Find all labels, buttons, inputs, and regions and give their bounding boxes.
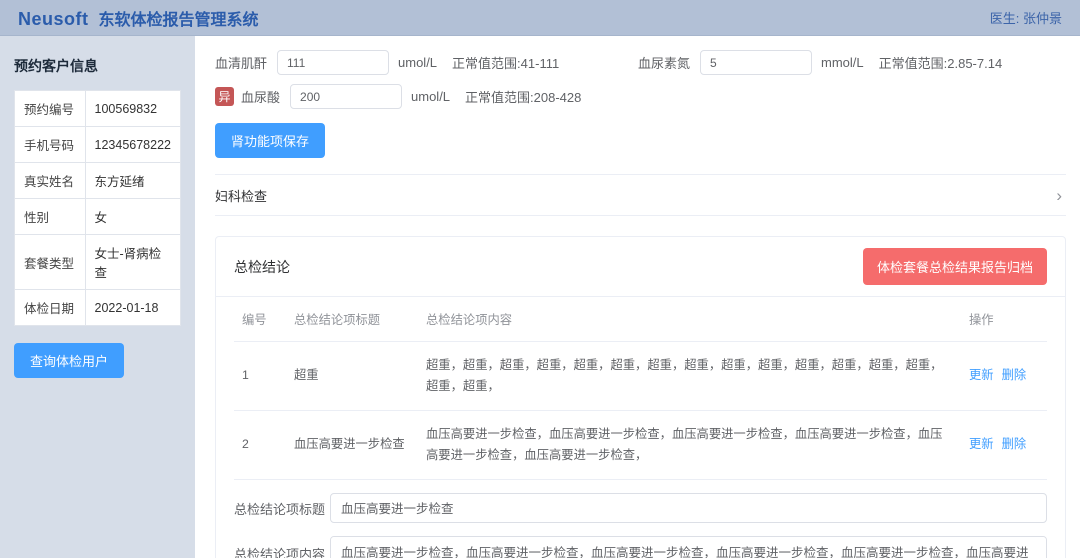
conclusion-title-label: 总检结论项标题	[234, 498, 330, 518]
row-id: 1	[234, 342, 286, 411]
uric-acid-range: 正常值范围:208-428	[465, 87, 581, 106]
doctor-label: 医生: 张仲景	[990, 8, 1062, 27]
urea-label: 血尿素氮	[638, 53, 690, 72]
conclusion-title-form-row: 总检结论项标题	[234, 493, 1047, 523]
creatinine-label: 血清肌酐	[215, 53, 267, 72]
uric-acid-label: 血尿酸	[241, 87, 280, 106]
sidebar-title: 预约客户信息	[14, 56, 181, 76]
kidney-save-button[interactable]: 肾功能项保存	[215, 123, 325, 158]
table-row: 手机号码 12345678222	[15, 127, 181, 163]
table-row: 1 超重 超重，超重，超重，超重，超重，超重，超重，超重，超重，超重，超重，超重…	[234, 342, 1047, 411]
field-label: 套餐类型	[15, 235, 86, 290]
conclusion-title: 总检结论	[234, 257, 290, 277]
creatinine-unit: umol/L	[398, 55, 437, 70]
conclusion-content-label: 总检结论项内容	[234, 536, 330, 558]
urea-unit: mmol/L	[821, 55, 864, 70]
creatinine-input[interactable]	[277, 50, 389, 75]
update-link[interactable]: 更新	[969, 437, 994, 451]
field-label: 真实姓名	[15, 163, 86, 199]
field-value: 女士-肾病检查	[85, 235, 180, 290]
conclusion-title-input[interactable]	[330, 493, 1047, 523]
chevron-right-icon: ›	[1056, 187, 1066, 204]
delete-link[interactable]: 删除	[1002, 368, 1027, 382]
app-brand: Neusoft 东软体检报告管理系统	[18, 6, 259, 30]
archive-report-button[interactable]: 体检套餐总检结果报告归档	[863, 248, 1047, 285]
field-value: 女	[85, 199, 180, 235]
column-header-id: 编号	[234, 297, 286, 342]
uric-acid-unit: umol/L	[411, 89, 450, 104]
field-label: 手机号码	[15, 127, 86, 163]
kidney-form-row-2: 异 血尿酸 umol/L 正常值范围:208-428	[215, 84, 1066, 109]
main-content: 血清肌酐 umol/L 正常值范围:41-111 血尿素氮 mmol/L 正常值…	[195, 36, 1080, 558]
query-user-button[interactable]: 查询体检用户	[14, 343, 124, 378]
conclusion-table: 编号 总检结论项标题 总检结论项内容 操作 1 超重 超重，超重，超重，超重，超…	[234, 297, 1047, 480]
uric-acid-input[interactable]	[290, 84, 402, 109]
uric-acid-field: 异 血尿酸 umol/L 正常值范围:208-428	[215, 84, 581, 109]
table-row: 体检日期 2022-01-18	[15, 290, 181, 326]
abnormal-badge: 异	[215, 87, 234, 106]
customer-info-table: 预约编号 100569832 手机号码 12345678222 真实姓名 东方延…	[14, 90, 181, 326]
row-title: 超重	[286, 342, 418, 411]
creatinine-range: 正常值范围:41-111	[452, 53, 559, 72]
delete-link[interactable]: 删除	[1002, 437, 1027, 451]
column-header-content: 总检结论项内容	[418, 297, 961, 342]
app-title: 东软体检报告管理系统	[99, 6, 259, 30]
table-row: 真实姓名 东方延绪	[15, 163, 181, 199]
row-id: 2	[234, 410, 286, 479]
row-title: 血压高要进一步检查	[286, 410, 418, 479]
conclusion-content-textarea[interactable]: 血压高要进一步检查，血压高要进一步检查，血压高要进一步检查，血压高要进一步检查，…	[330, 536, 1047, 558]
column-header-title: 总检结论项标题	[286, 297, 418, 342]
field-label: 体检日期	[15, 290, 86, 326]
field-label: 性别	[15, 199, 86, 235]
gynecology-collapse[interactable]: 妇科检查 ›	[215, 174, 1066, 216]
table-row: 预约编号 100569832	[15, 91, 181, 127]
conclusion-card-body: 编号 总检结论项标题 总检结论项内容 操作 1 超重 超重，超重，超重，超重，超…	[216, 297, 1065, 558]
kidney-form-row-1: 血清肌酐 umol/L 正常值范围:41-111 血尿素氮 mmol/L 正常值…	[215, 50, 1066, 75]
urea-input[interactable]	[700, 50, 812, 75]
field-value: 2022-01-18	[85, 290, 180, 326]
row-content: 超重，超重，超重，超重，超重，超重，超重，超重，超重，超重，超重，超重，超重，超…	[418, 342, 961, 411]
row-content: 血压高要进一步检查，血压高要进一步检查，血压高要进一步检查，血压高要进一步检查，…	[418, 410, 961, 479]
conclusion-table-header-row: 编号 总检结论项标题 总检结论项内容 操作	[234, 297, 1047, 342]
conclusion-content-form-row: 总检结论项内容 血压高要进一步检查，血压高要进一步检查，血压高要进一步检查，血压…	[234, 536, 1047, 558]
top-header: Neusoft 东软体检报告管理系统 医生: 张仲景	[0, 0, 1080, 36]
page-layout: 预约客户信息 预约编号 100569832 手机号码 12345678222 真…	[0, 36, 1080, 558]
conclusion-card-header: 总检结论 体检套餐总检结果报告归档	[216, 237, 1065, 297]
field-value: 东方延绪	[85, 163, 180, 199]
sidebar: 预约客户信息 预约编号 100569832 手机号码 12345678222 真…	[0, 36, 195, 558]
creatinine-field: 血清肌酐 umol/L 正常值范围:41-111	[215, 50, 638, 75]
table-row: 套餐类型 女士-肾病检查	[15, 235, 181, 290]
neusoft-logo: Neusoft	[18, 9, 89, 30]
field-value: 100569832	[85, 91, 180, 127]
table-row: 性别 女	[15, 199, 181, 235]
urea-field: 血尿素氮 mmol/L 正常值范围:2.85-7.14	[638, 50, 1002, 75]
urea-range: 正常值范围:2.85-7.14	[879, 53, 1003, 72]
field-value: 12345678222	[85, 127, 180, 163]
update-link[interactable]: 更新	[969, 368, 994, 382]
table-row: 2 血压高要进一步检查 血压高要进一步检查，血压高要进一步检查，血压高要进一步检…	[234, 410, 1047, 479]
gynecology-collapse-title: 妇科检查	[215, 186, 267, 205]
field-label: 预约编号	[15, 91, 86, 127]
column-header-operations: 操作	[961, 297, 1047, 342]
conclusion-card: 总检结论 体检套餐总检结果报告归档 编号 总检结论项标题 总检结论项内容 操作	[215, 236, 1066, 558]
